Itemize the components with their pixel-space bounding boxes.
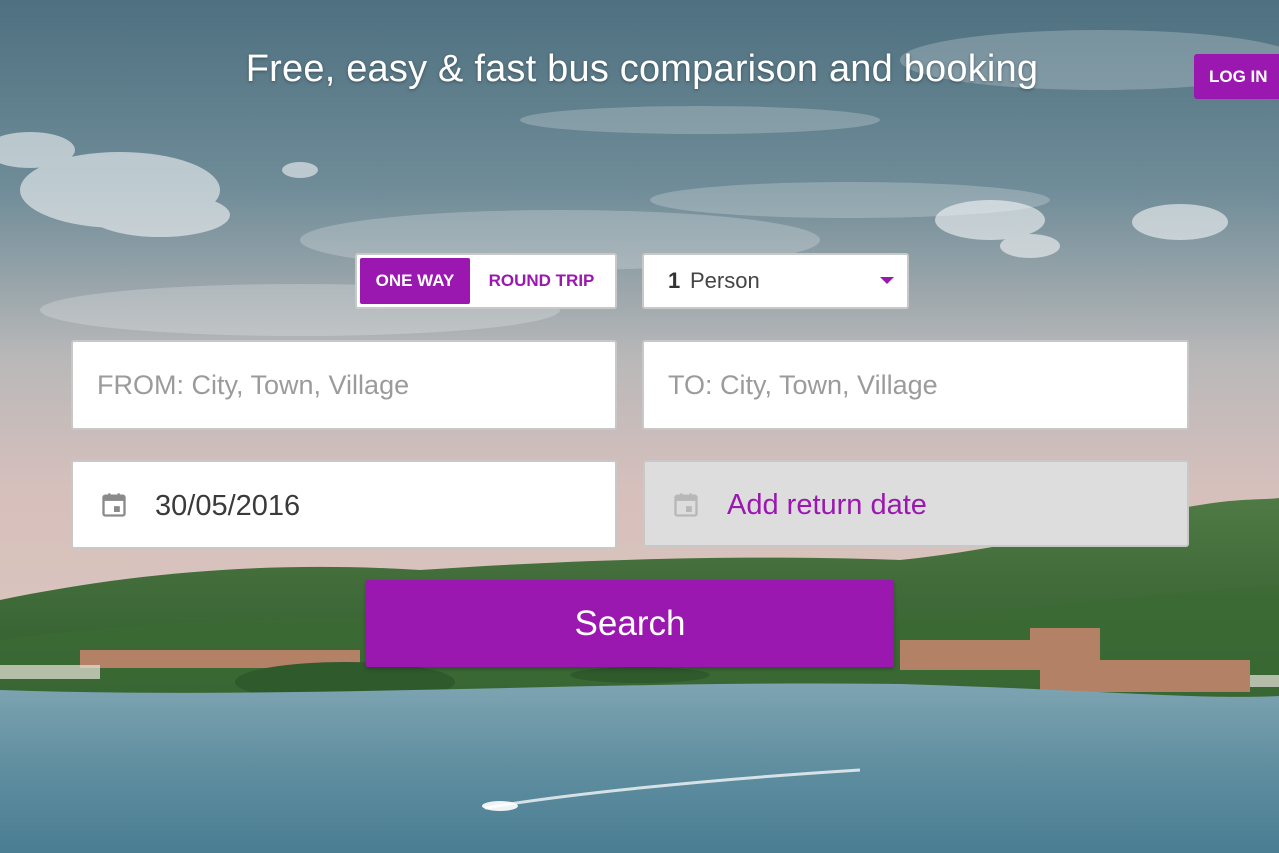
from-field-box [71, 340, 617, 430]
one-way-tab[interactable]: ONE WAY [360, 258, 470, 304]
login-button[interactable]: LOG IN [1194, 54, 1279, 99]
chevron-down-icon [880, 277, 894, 284]
departure-date-value: 30/05/2016 [155, 490, 301, 522]
passenger-label: Person [690, 268, 760, 293]
to-field-box [642, 340, 1189, 430]
departure-date-field[interactable]: 30/05/2016 [71, 460, 617, 549]
add-return-date-label: Add return date [727, 489, 927, 521]
trip-type-toggle: ONE WAY ROUND TRIP [355, 253, 617, 309]
return-date-field[interactable]: Add return date [643, 460, 1189, 547]
round-trip-tab[interactable]: ROUND TRIP [470, 258, 613, 304]
page-headline: Free, easy & fast bus comparison and boo… [245, 48, 1039, 90]
from-input[interactable] [73, 342, 615, 428]
calendar-icon [674, 493, 698, 517]
to-input[interactable] [644, 342, 1187, 428]
landing-page: Free, easy & fast bus comparison and boo… [0, 0, 1279, 853]
search-button[interactable]: Search [366, 580, 894, 667]
passenger-select[interactable]: 1 Person [642, 253, 909, 309]
passenger-count: 1 [668, 268, 681, 293]
calendar-icon [102, 493, 126, 517]
